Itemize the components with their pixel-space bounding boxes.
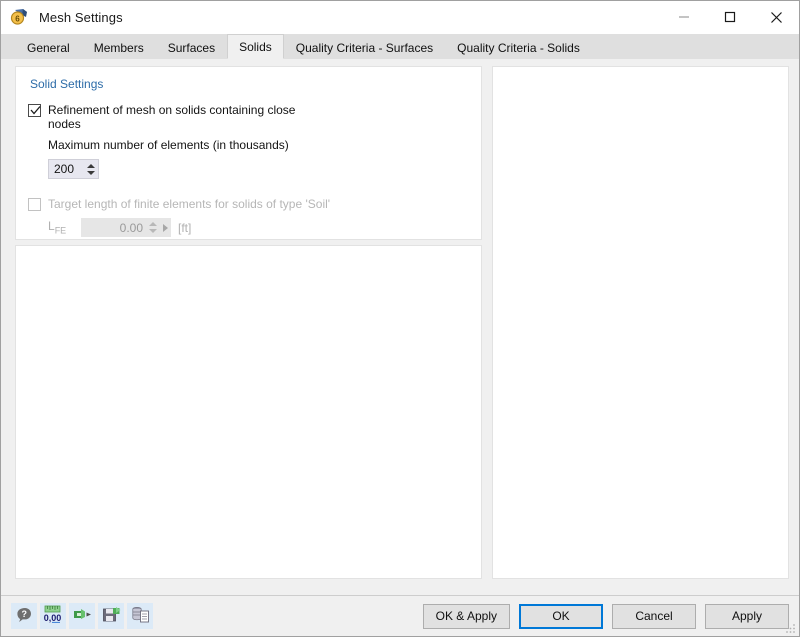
dialog-body: Solid Settings Refinement of mesh on sol… xyxy=(1,59,799,595)
copy-to-document-button[interactable] xyxy=(127,603,153,629)
spinner-up-icon[interactable] xyxy=(87,163,95,168)
footer-buttons: OK & Apply OK Cancel Apply xyxy=(422,603,789,629)
target-length-field-row: LFE 0.00 [ft] xyxy=(48,218,469,237)
target-length-checkbox xyxy=(28,198,41,211)
minimize-button[interactable] xyxy=(661,0,707,34)
decimal-places-icon: 0,00 xyxy=(43,605,63,627)
copy-to-document-icon xyxy=(131,606,150,627)
window-controls xyxy=(661,0,799,34)
lower-content-panel xyxy=(15,245,482,579)
svg-text:6: 6 xyxy=(15,15,20,24)
spinner-up-icon xyxy=(149,222,157,226)
apply-button[interactable]: Apply xyxy=(705,603,789,629)
target-length-checkbox-label: Target length of finite elements for sol… xyxy=(48,197,331,211)
tab-quality-criteria-solids[interactable]: Quality Criteria - Solids xyxy=(445,36,592,59)
target-length-spinner-arrows xyxy=(147,222,159,233)
tab-label: Members xyxy=(93,41,144,55)
spinner-down-icon[interactable] xyxy=(87,170,95,175)
target-length-unit: [ft] xyxy=(178,220,192,235)
ok-and-apply-button[interactable]: OK & Apply xyxy=(422,603,510,629)
solid-settings-panel: Solid Settings Refinement of mesh on sol… xyxy=(15,66,482,240)
tab-solids[interactable]: Solids xyxy=(227,34,284,59)
target-length-value: 0.00 xyxy=(119,220,143,235)
tab-members[interactable]: Members xyxy=(81,36,156,59)
max-elements-label: Maximum number of elements (in thousands… xyxy=(48,138,289,152)
save-settings-icon xyxy=(102,606,121,627)
import-settings-icon xyxy=(72,606,92,626)
help-icon: ? xyxy=(16,606,33,626)
spinner-arrows[interactable] xyxy=(84,160,98,178)
tab-label: Surfaces xyxy=(167,41,216,55)
target-length-input: 0.00 xyxy=(81,218,171,237)
footer-toolbar: ? 0,00 xyxy=(11,603,153,629)
tab-label: Solids xyxy=(239,39,272,54)
tab-label: Quality Criteria - Solids xyxy=(457,41,580,55)
close-button[interactable] xyxy=(753,0,799,34)
svg-text:0,00: 0,00 xyxy=(44,613,62,623)
cancel-button[interactable]: Cancel xyxy=(612,603,696,629)
refinement-checkbox-row[interactable]: Refinement of mesh on solids containing … xyxy=(28,103,469,131)
number-format-button[interactable]: 0,00 xyxy=(40,603,66,629)
target-length-checkbox-row: Target length of finite elements for sol… xyxy=(28,197,469,211)
tab-quality-criteria-surfaces[interactable]: Quality Criteria - Surfaces xyxy=(283,36,446,59)
group-title-solid-settings: Solid Settings xyxy=(30,77,104,91)
window-title: Mesh Settings xyxy=(39,9,123,25)
mesh-settings-dialog: 6 Mesh Settings General Members Surfaces… xyxy=(0,0,800,637)
import-settings-button[interactable] xyxy=(69,603,95,629)
resize-grip[interactable] xyxy=(785,622,797,634)
save-settings-button[interactable] xyxy=(98,603,124,629)
maximize-button[interactable] xyxy=(707,0,753,34)
mesh-settings-icon: 6 xyxy=(9,6,31,28)
right-column xyxy=(492,66,789,595)
ok-button[interactable]: OK xyxy=(519,603,603,629)
tab-surfaces[interactable]: Surfaces xyxy=(155,36,228,59)
expand-arrow-icon xyxy=(163,223,168,232)
refinement-checkbox[interactable] xyxy=(28,104,41,117)
help-button[interactable]: ? xyxy=(11,603,37,629)
tab-general[interactable]: General xyxy=(15,36,82,59)
tab-label: Quality Criteria - Surfaces xyxy=(295,41,434,55)
target-length-field-label: LFE xyxy=(48,219,67,236)
svg-text:?: ? xyxy=(21,609,27,619)
max-elements-value[interactable]: 200 xyxy=(54,162,84,176)
max-elements-spinner[interactable]: 200 xyxy=(48,159,99,179)
tab-label: General xyxy=(27,41,70,55)
refinement-checkbox-label: Refinement of mesh on solids containing … xyxy=(48,103,296,131)
dialog-footer: ? 0,00 OK & Apply OK Cancel Apply xyxy=(1,595,799,636)
left-column: Solid Settings Refinement of mesh on sol… xyxy=(15,66,482,595)
spinner-down-icon xyxy=(149,229,157,233)
title-bar: 6 Mesh Settings xyxy=(1,0,799,34)
preview-panel xyxy=(492,66,789,579)
tab-strip: General Members Surfaces Solids Quality … xyxy=(1,34,799,59)
